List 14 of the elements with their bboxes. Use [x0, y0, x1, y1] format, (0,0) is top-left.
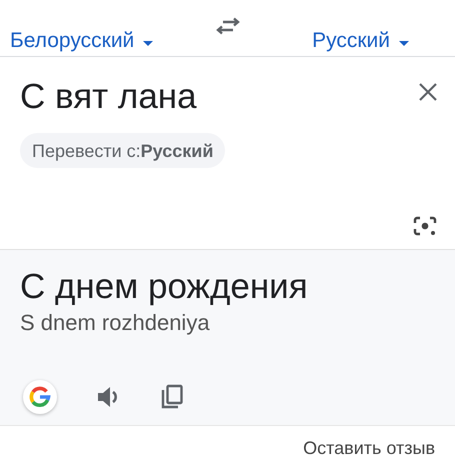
- feedback-link[interactable]: Оставить отзыв: [303, 438, 435, 459]
- translation-text: С днем рождения: [20, 266, 309, 308]
- detect-language-chip[interactable]: Перевести с:Русский: [20, 133, 226, 168]
- camera-icon[interactable]: [413, 215, 437, 237]
- source-language-dropdown[interactable]: Белорусский: [10, 29, 154, 53]
- source-text-field[interactable]: С вят лана: [20, 75, 197, 119]
- close-icon[interactable]: [419, 83, 437, 101]
- copy-icon[interactable]: [160, 384, 184, 410]
- caret-icon: [398, 41, 410, 47]
- swap-icon[interactable]: [214, 17, 240, 35]
- caret-icon: [142, 41, 154, 47]
- transliteration-text: S dnem rozhdeniya: [20, 310, 211, 336]
- google-logo-icon[interactable]: [22, 379, 58, 415]
- target-language-dropdown[interactable]: Русский: [312, 29, 410, 53]
